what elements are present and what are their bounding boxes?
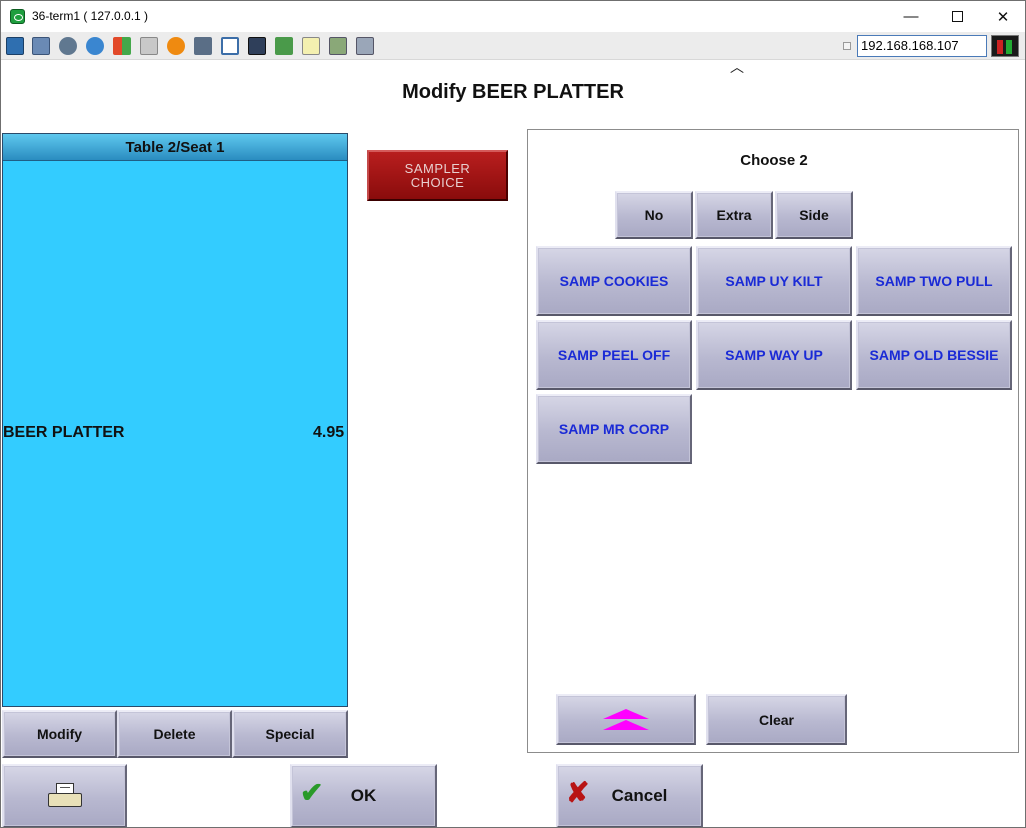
order-item-name[interactable]: BEER PLATTER: [3, 424, 124, 442]
alert-icon[interactable]: [167, 37, 185, 55]
side-button[interactable]: Side: [775, 191, 853, 239]
chat-icon[interactable]: [356, 37, 374, 55]
ip-address-field[interactable]: 192.168.168.107: [857, 35, 987, 57]
page-title: Modify BEER PLATTER: [402, 81, 624, 103]
monitor-icon[interactable]: [6, 37, 24, 55]
seat-order-panel: Table 2/Seat 1 BEER PLATTER 4.95: [2, 133, 348, 707]
application-window: 36-term1 ( 127.0.0.1 ) — ✕ 192.168.168.1…: [0, 0, 1026, 828]
option-samp-cookies-button[interactable]: SAMP COOKIES: [536, 246, 692, 316]
fullscreen-icon[interactable]: [221, 37, 239, 55]
cancel-x-icon: ✘: [566, 777, 590, 808]
ok-button[interactable]: ✔ OK: [290, 764, 437, 827]
delete-button[interactable]: Delete: [117, 710, 232, 758]
option-samp-uy-kilt-button[interactable]: SAMP UY KILT: [696, 246, 852, 316]
map-icon[interactable]: [329, 37, 347, 55]
minimize-button[interactable]: —: [888, 1, 934, 32]
print-button[interactable]: [2, 764, 127, 827]
double-up-arrow-icon: [603, 708, 649, 731]
maximize-icon: [951, 11, 963, 22]
keyboard-icon[interactable]: [140, 37, 158, 55]
chevron-up-icon[interactable]: ︿: [730, 57, 744, 77]
option-samp-mr-corp-button[interactable]: SAMP MR CORP: [536, 394, 692, 464]
connection-indicator: [843, 42, 851, 50]
checkmark-icon: ✔: [300, 777, 324, 808]
windows-icon[interactable]: [32, 37, 50, 55]
notepad-icon[interactable]: [302, 37, 320, 55]
transfer-icon[interactable]: [275, 37, 293, 55]
refresh-icon[interactable]: [86, 37, 104, 55]
clear-button[interactable]: Clear: [706, 694, 847, 745]
modify-button[interactable]: Modify: [2, 710, 117, 758]
no-button[interactable]: No: [615, 191, 693, 239]
close-button[interactable]: ✕: [980, 1, 1025, 32]
option-samp-two-pull-button[interactable]: SAMP TWO PULL: [856, 246, 1012, 316]
status-signal-icon: [991, 35, 1019, 57]
windows-logo-icon[interactable]: [113, 37, 131, 55]
network-icon[interactable]: [194, 37, 212, 55]
printer-icon: [47, 783, 82, 809]
option-samp-peel-off-button[interactable]: SAMP PEEL OFF: [536, 320, 692, 390]
display-icon[interactable]: [248, 37, 266, 55]
option-samp-way-up-button[interactable]: SAMP WAY UP: [696, 320, 852, 390]
title-bar: 36-term1 ( 127.0.0.1 ) — ✕: [1, 1, 1025, 32]
cancel-label: Cancel: [611, 786, 668, 805]
cancel-button[interactable]: ✘ Cancel: [556, 764, 703, 827]
seat-header: Table 2/Seat 1: [3, 134, 347, 161]
extra-button[interactable]: Extra: [695, 191, 773, 239]
window-title: 36-term1 ( 127.0.0.1 ): [32, 9, 149, 23]
special-button[interactable]: Special: [232, 710, 348, 758]
maximize-button[interactable]: [934, 1, 980, 32]
app-icon: [10, 9, 25, 24]
option-samp-old-bessie-button[interactable]: SAMP OLD BESSIE: [856, 320, 1012, 390]
order-item-price: 4.95: [313, 424, 345, 441]
tools-icon[interactable]: [59, 37, 77, 55]
sampler-choice-button[interactable]: SAMPLER CHOICE: [367, 150, 508, 201]
toolbar: 192.168.168.107: [1, 32, 1025, 60]
scroll-up-button[interactable]: [556, 694, 696, 745]
ok-label: OK: [350, 786, 377, 805]
choose-title: Choose 2: [740, 152, 808, 169]
